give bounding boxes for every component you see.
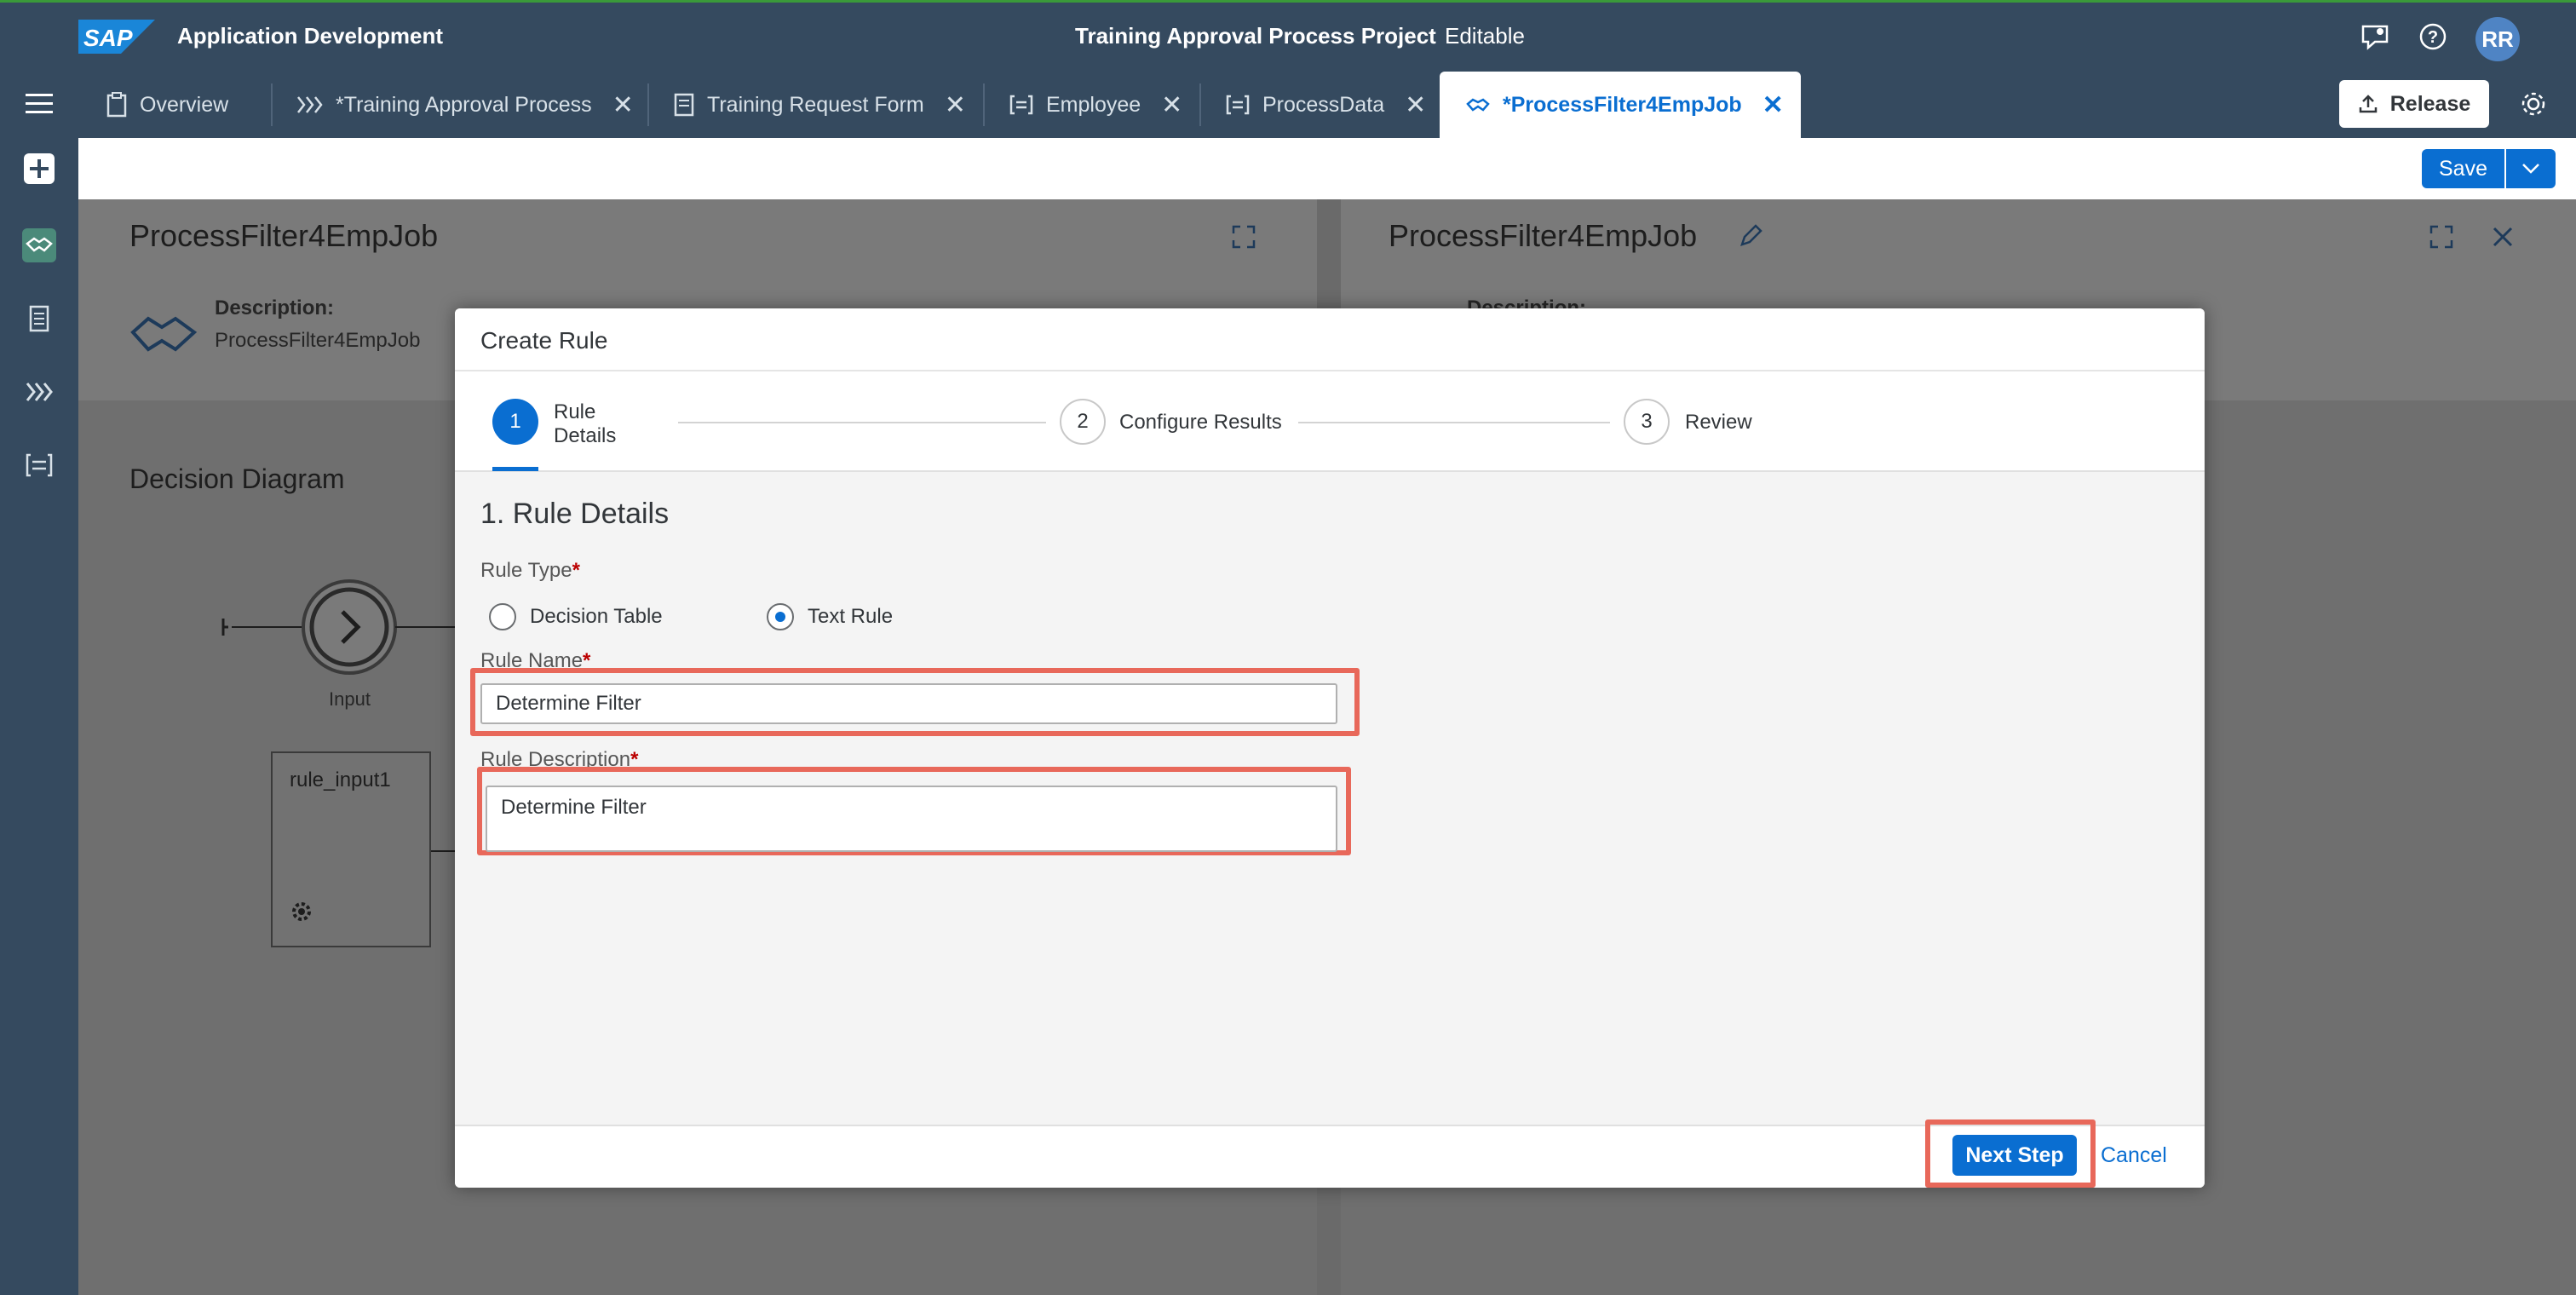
save-menu-button[interactable]	[2505, 149, 2556, 188]
project-title: Training Approval Process Project	[1075, 23, 1436, 49]
step-connector	[1298, 422, 1610, 423]
tab-label: *Training Approval Process	[336, 92, 592, 117]
decision-diagram-title: Decision Diagram	[129, 463, 345, 494]
sap-logo[interactable]: SAP	[78, 20, 155, 54]
wizard-progress: 1 Rule Details 2 Configure Results 3 Rev…	[455, 371, 2205, 472]
tab-overview[interactable]: Overview	[80, 72, 228, 138]
clipboard-icon	[106, 92, 127, 118]
form-icon[interactable]	[22, 302, 56, 336]
step-2-indicator[interactable]: 2	[1060, 399, 1106, 445]
close-icon[interactable]: ✕	[945, 90, 966, 120]
dialog-header: Create Rule	[455, 308, 2205, 371]
tab-training-approval-process[interactable]: *Training Approval Process ✕	[271, 72, 634, 138]
tab-label: Overview	[140, 92, 229, 117]
tab-label: Training Request Form	[707, 92, 924, 117]
process-icon	[297, 96, 323, 113]
gear-icon[interactable]	[2518, 89, 2549, 119]
right-panel-title: ProcessFilter4EmpJob	[1389, 218, 1698, 253]
close-icon[interactable]	[2491, 225, 2515, 249]
chevron-down-icon	[2522, 164, 2539, 174]
upload-icon	[2359, 95, 2377, 113]
required-marker: *	[572, 559, 580, 582]
step-1-label: Rule Details	[554, 400, 617, 447]
edit-icon[interactable]	[1738, 223, 1763, 249]
left-panel-title: ProcessFilter4EmpJob	[129, 218, 439, 253]
step-3-label: Review	[1685, 411, 1752, 434]
diagram-input-node[interactable]	[213, 579, 460, 682]
release-label: Release	[2389, 91, 2471, 116]
close-icon[interactable]: ✕	[1161, 90, 1182, 120]
user-avatar[interactable]: RR	[2475, 17, 2520, 61]
tab-training-request-form[interactable]: Training Request Form ✕	[647, 72, 966, 138]
rule-name-input[interactable]: Determine Filter	[480, 683, 1337, 724]
shell-bar: SAP Application Development Training App…	[0, 0, 2576, 72]
close-icon[interactable]: ✕	[612, 90, 634, 120]
step-connector	[678, 422, 1046, 423]
svg-text:?: ?	[2428, 28, 2438, 47]
close-icon[interactable]: ✕	[1405, 90, 1426, 120]
tab-employee[interactable]: Employee ✕	[983, 72, 1182, 138]
dialog-title: Create Rule	[480, 327, 608, 354]
tab-processdata[interactable]: ProcessData ✕	[1199, 72, 1426, 138]
editor-toolbar	[78, 138, 2576, 199]
create-rule-dialog: Create Rule 1 Rule Details 2 Configure R…	[455, 308, 2205, 1188]
expand-icon[interactable]	[1230, 223, 1257, 250]
tab-label: *ProcessFilter4EmpJob	[1503, 92, 1742, 117]
text-rule-label[interactable]: Text Rule	[808, 605, 893, 629]
data-type-icon[interactable]	[22, 448, 56, 482]
release-button[interactable]: Release	[2339, 80, 2489, 128]
tab-processfilter4empjob[interactable]: *ProcessFilter4EmpJob ✕	[1440, 72, 1801, 138]
next-step-button[interactable]: Next Step	[1952, 1135, 2077, 1176]
input-node-label: Input	[329, 688, 371, 710]
rule-type-label: Rule Type*	[480, 559, 580, 582]
close-icon[interactable]: ✕	[1762, 90, 1784, 120]
handshake-icon	[1466, 98, 1490, 112]
help-icon[interactable]: ?	[2418, 21, 2448, 52]
feedback-icon[interactable]	[2360, 21, 2390, 52]
add-icon[interactable]	[22, 152, 56, 186]
text-rule-radio[interactable]	[767, 603, 794, 630]
cancel-button[interactable]: Cancel	[2101, 1143, 2167, 1168]
active-step-underline	[492, 467, 538, 471]
step-3-indicator[interactable]: 3	[1624, 399, 1670, 445]
rule-description-textarea[interactable]: Determine Filter	[486, 786, 1337, 852]
tab-label: ProcessData	[1262, 92, 1385, 117]
handshake-icon[interactable]	[22, 228, 56, 262]
data-type-icon	[1009, 95, 1033, 115]
description-label: Description:	[215, 296, 335, 319]
app-title: Application Development	[177, 23, 444, 49]
rule-node-label: rule_input1	[290, 768, 391, 791]
process-icon[interactable]	[22, 375, 56, 409]
handshake-icon	[130, 316, 198, 352]
connector-line	[431, 850, 457, 852]
step-1-indicator[interactable]: 1	[492, 399, 538, 445]
description-value: ProcessFilter4EmpJob	[215, 329, 421, 352]
mode-indicator: Editable	[1445, 23, 1525, 49]
decision-table-label[interactable]: Decision Table	[530, 605, 663, 629]
decision-table-radio[interactable]	[489, 603, 516, 630]
expand-icon[interactable]	[2428, 223, 2455, 250]
section-title: 1. Rule Details	[480, 498, 670, 530]
save-button[interactable]: Save	[2422, 149, 2506, 188]
form-icon	[674, 93, 694, 117]
sap-logo-text: SAP	[83, 25, 133, 51]
step-2-label: Configure Results	[1119, 411, 1282, 434]
rule-settings-icon	[292, 902, 311, 921]
menu-icon[interactable]	[24, 92, 55, 116]
data-type-icon	[1226, 95, 1250, 115]
save-split-button: Save	[2422, 149, 2556, 188]
tab-label: Employee	[1046, 92, 1141, 117]
